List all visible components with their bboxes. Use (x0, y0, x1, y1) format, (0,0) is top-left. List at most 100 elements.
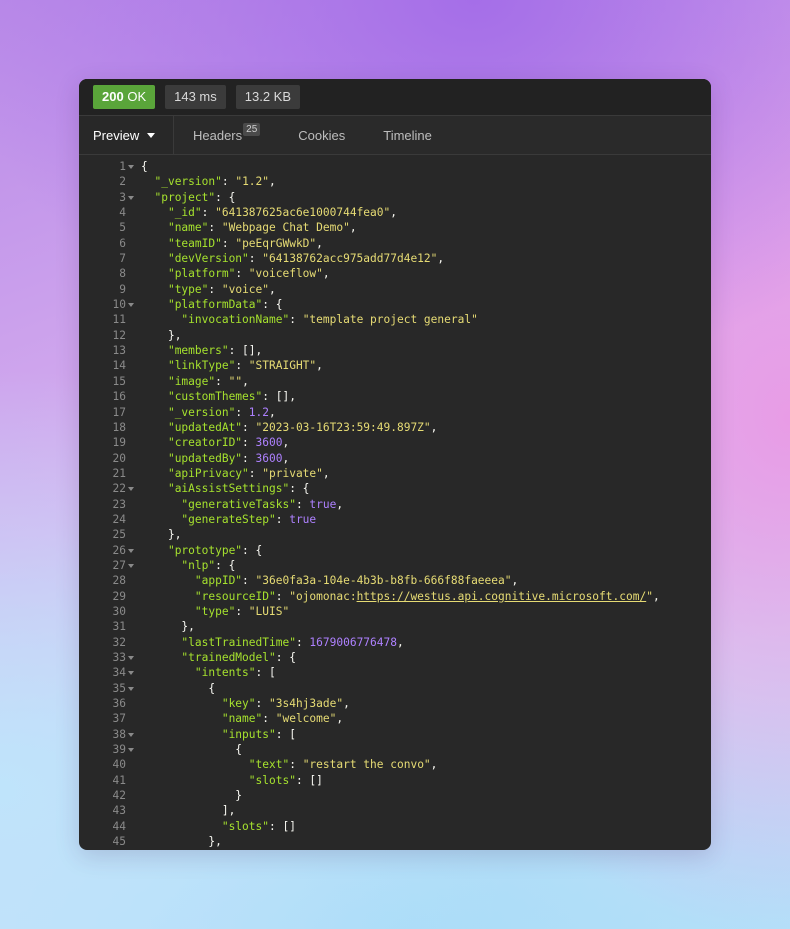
code-line: 37 "name": "welcome", (79, 711, 711, 726)
code-line: 18 "updatedAt": "2023-03-16T23:59:49.897… (79, 420, 711, 435)
fold-toggle (126, 604, 141, 619)
fold-arrow-icon[interactable] (128, 165, 134, 169)
fold-toggle[interactable] (126, 481, 141, 496)
line-number: 8 (119, 267, 126, 281)
fold-toggle[interactable] (126, 159, 141, 174)
response-size-badge: 13.2 KB (235, 85, 301, 109)
tab-cookies[interactable]: Cookies (279, 116, 364, 154)
code-text: "_id": "641387625ac6e1000744fea0", (141, 205, 397, 220)
tab-headers[interactable]: Headers 25 (174, 116, 279, 154)
fold-arrow-icon[interactable] (128, 548, 134, 553)
fold-toggle (126, 527, 141, 542)
line-number: 41 (112, 773, 126, 787)
code-text: "key": "3s4hj3ade", (141, 696, 350, 711)
json-punctuation: : (289, 313, 303, 327)
code-line: 23 "generativeTasks": true, (79, 497, 711, 512)
tab-preview[interactable]: Preview (79, 116, 174, 154)
fold-toggle[interactable] (126, 558, 141, 573)
line-number: 27 (112, 558, 126, 572)
fold-arrow-icon[interactable] (128, 563, 134, 568)
line-number: 36 (112, 697, 126, 711)
json-punctuation: , (396, 635, 404, 649)
json-punctuation: : { (215, 190, 236, 204)
line-number: 3 (119, 190, 126, 204)
json-punctuation: : (235, 405, 249, 419)
url-link[interactable]: https://westus.api.cognitive.microsoft.c… (357, 590, 647, 603)
json-punctuation: , (430, 420, 438, 434)
json-punctuation: : (275, 589, 290, 603)
line-number: 23 (112, 497, 126, 511)
code-text: "platformData": { (141, 297, 283, 312)
json-string: "1.2" (235, 175, 270, 189)
fold-toggle (126, 312, 141, 327)
fold-arrow-icon[interactable] (128, 656, 134, 660)
line-number: 22 (112, 482, 126, 496)
code-line: 5 "name": "Webpage Chat Demo", (79, 220, 711, 235)
json-punctuation: , (437, 252, 445, 266)
fold-toggle (126, 819, 141, 834)
json-punctuation: , (652, 589, 660, 603)
line-number: 11 (112, 313, 126, 327)
code-text: "generativeTasks": true, (141, 497, 343, 512)
fold-toggle[interactable] (126, 681, 141, 696)
fold-arrow-icon[interactable] (128, 303, 134, 308)
json-key: "generativeTasks" (181, 497, 296, 511)
code-line: 15 "image": "", (79, 374, 711, 389)
code-text: }, (141, 619, 195, 634)
tab-timeline[interactable]: Timeline (364, 116, 451, 154)
json-punctuation: }, (181, 620, 195, 634)
fold-arrow-icon[interactable] (128, 487, 134, 492)
line-number: 35 (112, 681, 126, 695)
fold-toggle[interactable] (126, 190, 141, 205)
code-text: "members": [], (141, 343, 262, 358)
json-punctuation: , (322, 267, 330, 281)
json-punctuation: : { (262, 298, 283, 312)
chevron-down-icon[interactable] (147, 133, 156, 138)
json-number: 1679006776478 (309, 635, 397, 649)
code-line: 19 "creatorID": 3600, (79, 435, 711, 450)
json-punctuation: : (242, 436, 256, 450)
fold-toggle (126, 389, 141, 404)
fold-arrow-icon[interactable] (128, 195, 134, 200)
code-line: 14 "linkType": "STRAIGHT", (79, 358, 711, 373)
code-text: "project": { (141, 190, 235, 205)
fold-toggle (126, 696, 141, 711)
code-text: { (141, 681, 215, 696)
response-time-badge: 143 ms (165, 85, 226, 109)
line-number: 1 (119, 160, 126, 173)
json-punctuation: , (269, 405, 276, 419)
code-text: "type": "voice", (141, 282, 276, 297)
json-punctuation: : (275, 512, 290, 526)
fold-toggle[interactable] (126, 742, 141, 757)
fold-toggle[interactable] (126, 727, 141, 742)
json-key: "updatedBy" (167, 451, 243, 465)
json-key: "teamID" (167, 236, 222, 250)
line-number: 18 (112, 420, 126, 434)
fold-arrow-icon[interactable] (128, 748, 134, 753)
code-line: 17 "_version": 1.2, (79, 405, 711, 420)
fold-arrow-icon[interactable] (128, 671, 134, 676)
fold-toggle[interactable] (126, 665, 141, 680)
fold-toggle (126, 328, 141, 343)
json-code-viewer[interactable]: 1{2 "_version": "1.2", 3 "project": {4 "_… (79, 155, 711, 849)
json-punctuation: : [], (262, 390, 296, 404)
fold-toggle[interactable] (126, 650, 141, 665)
fold-arrow-icon[interactable] (128, 732, 134, 737)
fold-toggle (126, 205, 141, 220)
line-number: 16 (112, 390, 126, 404)
fold-toggle[interactable] (126, 297, 141, 312)
code-text: "creatorID": 3600, (141, 435, 289, 450)
json-punctuation: : (221, 236, 236, 250)
json-punctuation: : (242, 451, 256, 465)
fold-toggle (126, 420, 141, 435)
json-key: "trainedModel" (181, 651, 276, 664)
json-key: "devVersion" (167, 252, 249, 266)
json-punctuation: : (242, 420, 256, 434)
fold-arrow-icon[interactable] (128, 686, 134, 691)
code-line: 31 }, (79, 619, 711, 634)
fold-toggle[interactable] (126, 543, 141, 558)
fold-toggle (126, 451, 141, 466)
json-key: "type" (167, 282, 209, 296)
json-punctuation: : (248, 466, 263, 480)
json-string: "Webpage Chat Demo" (221, 221, 350, 235)
